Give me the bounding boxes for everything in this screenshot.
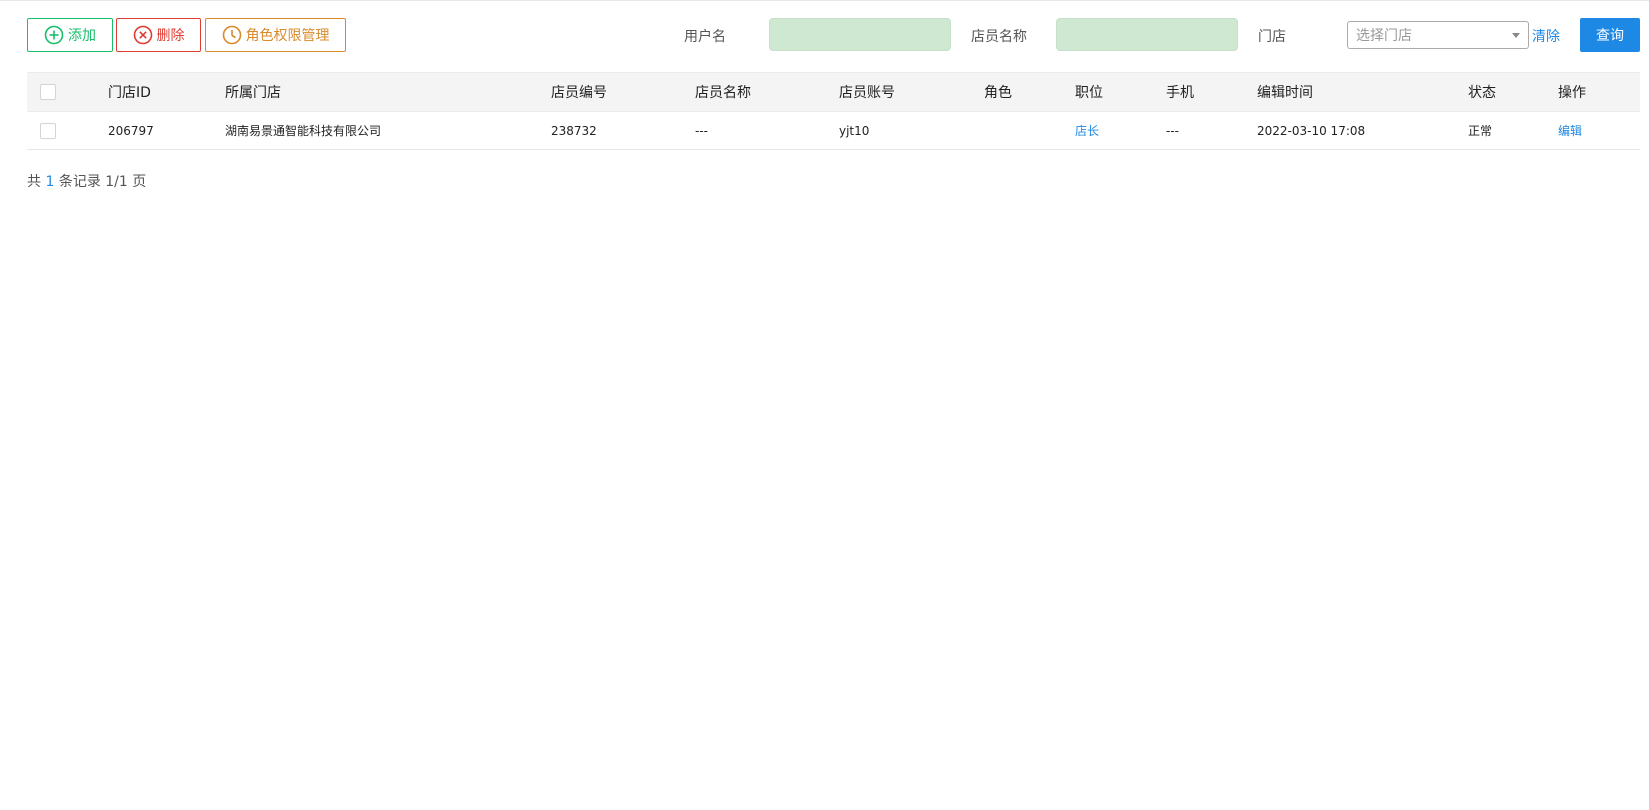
cell-account: yjt10: [839, 123, 870, 138]
table-header: 门店ID 所属门店 店员编号 店员名称 店员账号 角色 职位 手机 编辑时间 状…: [27, 72, 1640, 112]
pagination-prefix: 共: [27, 174, 41, 190]
close-circle-icon: [133, 25, 152, 45]
username-input[interactable]: [769, 18, 951, 51]
header-select-cell: [40, 73, 56, 111]
staff-name-label: 店员名称: [971, 29, 1027, 45]
row-select-cell: [40, 112, 56, 149]
add-button[interactable]: 添加: [27, 18, 113, 52]
store-select-placeholder: 选择门店: [1356, 28, 1412, 44]
store-select[interactable]: 选择门店: [1347, 21, 1529, 49]
delete-button-label: 删除: [156, 28, 185, 44]
table-row: 206797 湖南易景通智能科技有限公司 238732 --- yjt10 店长…: [27, 112, 1640, 150]
cell-position-link[interactable]: 店长: [1075, 112, 1099, 149]
row-checkbox[interactable]: [40, 122, 56, 139]
select-all-checkbox[interactable]: [40, 84, 56, 100]
cell-staff-name: ---: [695, 123, 708, 138]
record-count: 1: [45, 174, 55, 190]
role-permission-button[interactable]: 角色权限管理: [205, 18, 346, 52]
edit-link[interactable]: 编辑: [1558, 112, 1582, 149]
staff-table: 门店ID 所属门店 店员编号 店员名称 店员账号 角色 职位 手机 编辑时间 状…: [27, 72, 1640, 150]
delete-button[interactable]: 删除: [116, 18, 201, 52]
cell-phone: ---: [1166, 123, 1179, 138]
header-operation: 操作: [1558, 85, 1586, 101]
header-edit-time: 编辑时间: [1257, 85, 1313, 101]
query-button-label: 查询: [1596, 28, 1624, 44]
top-divider: [0, 0, 1649, 1]
pagination-suffix: 条记录 1/1 页: [58, 174, 147, 190]
header-position: 职位: [1075, 85, 1103, 101]
header-store-id: 门店ID: [108, 85, 151, 101]
plus-circle-icon: [44, 25, 64, 45]
header-role: 角色: [984, 85, 1012, 101]
clock-icon: [222, 25, 241, 45]
role-permission-button-label: 角色权限管理: [245, 28, 330, 44]
header-status: 状态: [1468, 85, 1496, 101]
staff-name-input[interactable]: [1056, 18, 1238, 51]
clear-link[interactable]: 清除: [1532, 26, 1560, 46]
pagination-summary: 共 1 条记录 1/1 页: [27, 171, 146, 191]
cell-staff-no: 238732: [551, 123, 597, 138]
header-phone: 手机: [1166, 85, 1194, 101]
cell-edit-time: 2022-03-10 17:08: [1257, 123, 1366, 138]
cell-status: 正常: [1468, 124, 1493, 138]
cell-store: 湖南易景通智能科技有限公司: [225, 124, 382, 138]
caret-down-icon: [1512, 32, 1520, 38]
cell-store-id: 206797: [108, 123, 154, 138]
header-staff-name: 店员名称: [695, 85, 751, 101]
store-label: 门店: [1258, 29, 1286, 45]
header-store: 所属门店: [225, 85, 281, 101]
username-label: 用户名: [684, 29, 726, 45]
header-account: 店员账号: [839, 85, 895, 101]
query-button[interactable]: 查询: [1580, 18, 1640, 52]
header-staff-no: 店员编号: [551, 85, 607, 101]
add-button-label: 添加: [68, 28, 96, 44]
